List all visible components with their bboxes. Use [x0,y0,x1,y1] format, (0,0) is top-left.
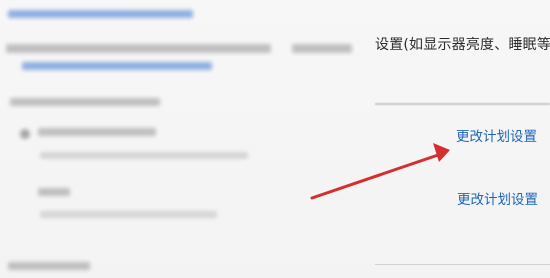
blurred-radio-option [20,129,30,139]
change-plan-settings-link-1[interactable]: 更改计划设置 [456,125,537,145]
blurred-text-line [6,44,271,53]
blurred-section-heading [10,98,160,106]
blurred-option-title [38,128,156,136]
blurred-link-inline [22,62,212,70]
blurred-background-content [0,0,375,278]
blurred-option-title [38,188,70,196]
section-divider [375,103,550,105]
bottom-divider [375,264,550,265]
change-plan-settings-link-2[interactable]: 更改计划设置 [457,188,538,208]
blurred-link-top [8,10,193,18]
blurred-option-desc [40,152,248,159]
blurred-footer-text [8,262,90,270]
screenshot-canvas: 设置(如显示器亮度、睡眠等 更改计划设置 更改计划设置 [0,0,550,278]
plan-description-partial: 设置(如显示器亮度、睡眠等 [375,37,550,53]
blurred-text-line [292,44,352,53]
blurred-option-desc [40,211,217,218]
